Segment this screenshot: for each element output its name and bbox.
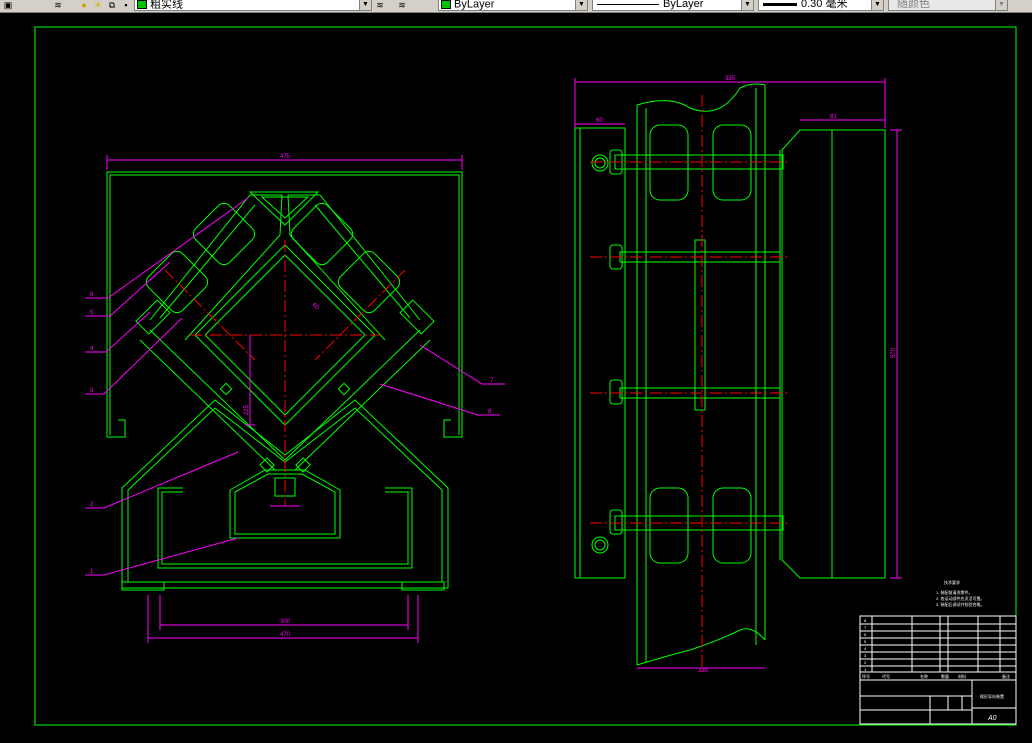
layer-manager-icon[interactable]: ▣ (2, 0, 14, 10)
balloon-label: 4 (90, 346, 94, 352)
notes-item: 2. 各运动部件应灵活可靠。 (936, 595, 984, 601)
dim-text: 60 (596, 118, 603, 124)
notes-item: 1. 装配前清洗零件。 (936, 589, 972, 595)
title-block (859, 615, 1017, 725)
side-centerlines (590, 95, 790, 672)
lineweight-dropdown[interactable]: 0.30 毫米 ▼ (758, 0, 884, 11)
color-swatch (441, 0, 451, 9)
bom-header-cell: 数量 (941, 673, 949, 679)
layer-name-label: 粗实线 (150, 0, 183, 11)
side-dimensions (574, 78, 902, 669)
technical-notes: 技术要求 1. 装配前清洗零件。 2. 各运动部件应灵活可靠。 3. 装配后调试… (936, 579, 984, 607)
linetype-dropdown[interactable]: ByLayer ▼ (592, 0, 754, 11)
side-view (574, 83, 886, 666)
chevron-down-icon[interactable]: ▼ (575, 0, 587, 10)
balloon-label: 8 (488, 409, 492, 415)
chevron-down-icon[interactable]: ▼ (741, 0, 753, 10)
dim-text: 475 (280, 154, 291, 160)
dim-text: 81 (830, 114, 837, 120)
layer-previous-icon[interactable]: ≋ (396, 0, 408, 10)
bom-row-number: 1 (864, 667, 867, 672)
lineweight-label: 0.30 毫米 (801, 0, 848, 10)
dim-text: 470 (280, 632, 291, 638)
balloon-label: 7 (490, 378, 494, 384)
lineweight-preview (763, 2, 797, 6)
drawing-name: 楔形导向装置 (980, 693, 1004, 699)
lightbulb-icon[interactable]: ● (78, 0, 90, 10)
bom-row-number: 7 (864, 625, 867, 630)
plotstyle-dropdown: 随颜色 ▼ (888, 0, 1008, 11)
side-dimension-texts: 335 60 81 570 335 (596, 76, 897, 674)
dim-text: 300 (280, 619, 291, 625)
color-label: ByLayer (454, 0, 495, 11)
front-dimension-texts: 475 60 225 300 470 6 5 4 3 2 1 7 8 (90, 154, 494, 638)
linetype-preview (597, 3, 659, 5)
chevron-down-icon[interactable]: ▼ (871, 0, 883, 10)
bom-header-cell: 名称 (920, 673, 928, 679)
layer-color-icon[interactable]: ▪ (120, 0, 132, 10)
bom-row-number: 8 (864, 618, 867, 623)
dim-text: 225 (244, 404, 250, 415)
chevron-down-icon: ▼ (995, 0, 1007, 10)
plotstyle-label: 随颜色 (897, 0, 930, 10)
layer-states-icon[interactable]: ≋ (52, 0, 64, 10)
dim-text: 335 (725, 76, 736, 82)
bom-header-cell: 备注 (1002, 673, 1010, 679)
notes-heading: 技术要求 (944, 579, 960, 585)
balloon-label: 6 (90, 292, 94, 298)
sun-freeze-icon[interactable]: ☀ (92, 0, 104, 10)
notes-item: 3. 装配后调试并检验合格。 (936, 601, 984, 607)
chevron-down-icon[interactable]: ▼ (359, 0, 371, 10)
sheet-border (34, 26, 1017, 726)
bom-header-cell: 代号 (882, 673, 890, 679)
bom-row-number: 6 (864, 632, 867, 637)
dim-text: 60 (311, 302, 320, 311)
layer-dropdown[interactable]: 粗实线 ▼ (134, 0, 372, 11)
properties-toolbar: ▣ ≋ ● ☀ ⧉ ▪ 粗实线 ▼ ≋ ≋ ByLayer ▼ ByLayer … (0, 0, 1032, 13)
balloon-label: 5 (90, 310, 94, 316)
dim-text: 570 (891, 347, 897, 358)
front-centerlines (164, 240, 406, 505)
drawing-canvas[interactable]: 475 60 225 300 470 6 5 4 3 2 1 7 8 335 6… (0, 13, 1032, 738)
bom-row-number: 4 (864, 646, 867, 651)
linetype-label: ByLayer (663, 0, 704, 10)
bom-header-cell: 序号 (862, 673, 870, 679)
layer-color-swatch (137, 0, 147, 9)
balloon-label: 1 (90, 569, 94, 575)
bom-header-cell: 材料 (958, 673, 966, 679)
make-current-layer-icon[interactable]: ≋ (374, 0, 386, 10)
bom-row-number: 3 (864, 653, 867, 658)
bom-row-number: 2 (864, 660, 867, 665)
balloon-label: 3 (90, 388, 94, 394)
balloon-label: 2 (90, 502, 94, 508)
bom-row-number: 5 (864, 639, 867, 644)
dim-text: 335 (698, 668, 709, 674)
color-dropdown[interactable]: ByLayer ▼ (438, 0, 588, 11)
sheet-size-label: A0 (987, 715, 997, 722)
lock-icon[interactable]: ⧉ (106, 0, 118, 10)
